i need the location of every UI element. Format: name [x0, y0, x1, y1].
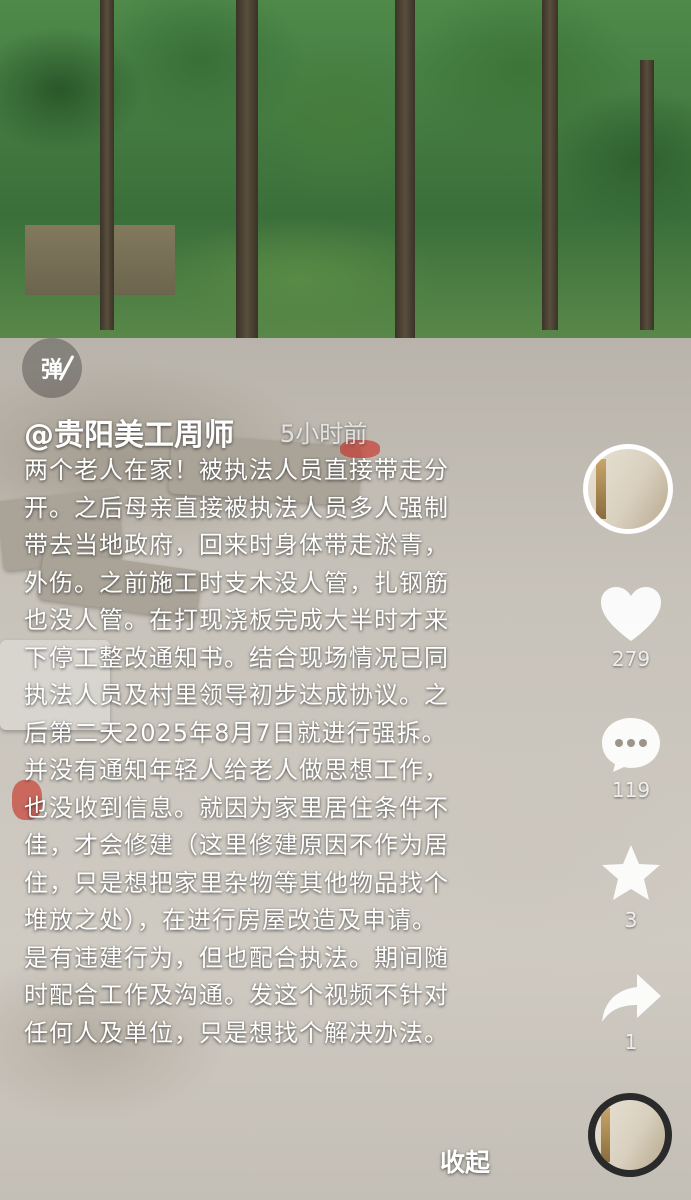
caption-line: 也没收到信息。就因为家里居住条件不: [24, 793, 449, 822]
caption-line: 后第二天2025年8月7日就进行强拆。: [24, 718, 447, 747]
share-button[interactable]: 1: [595, 970, 667, 1054]
caption-line: 外伤。之前施工时支木没人管，扎钢筋: [24, 568, 449, 597]
like-button[interactable]: 279: [595, 585, 667, 671]
comment-button[interactable]: 119: [595, 714, 667, 802]
caption-line: 带去当地政府，回来时身体带走淤青，: [24, 531, 449, 559]
music-disc-button[interactable]: [588, 1093, 672, 1177]
music-cover: [595, 1100, 665, 1170]
tree-trunk: [100, 0, 114, 330]
caption-line: 时配合工作及沟通。发这个视频不针对: [24, 981, 449, 1009]
author-name[interactable]: @贵阳美工周师: [24, 410, 234, 454]
share-arrow-icon: [602, 974, 661, 1022]
like-count: 279: [611, 647, 651, 671]
caption-line: 任何人及单位，只是想找个解决办法。: [24, 1018, 449, 1047]
caption-line: 也没人管。在打现浇板完成大半时才来: [24, 606, 449, 634]
caption-line: 下停工整改通知书。结合现场情况已同: [24, 643, 449, 672]
caption-line: 是有违建行为，但也配合执法。期间随: [24, 943, 449, 972]
video-caption: 两个老人在家！被执法人员直接带走分 开。之后母亲直接被执法人员多人强制 带去当地…: [24, 452, 516, 1052]
star-icon: [602, 845, 660, 900]
heart-icon: [601, 587, 661, 641]
avatar: [588, 449, 668, 529]
tree-trunk: [395, 0, 415, 345]
caption-line: 堆放之处），在进行房屋改造及申请。: [24, 906, 437, 934]
collapse-caption-button[interactable]: 收起: [440, 1143, 490, 1179]
caption-line: 并没有通知年轻人给老人做思想工作，: [24, 756, 449, 784]
tree-trunk: [640, 60, 654, 330]
caption-line: 两个老人在家！被执法人员直接带走分: [24, 456, 449, 484]
tree-trunk: [236, 0, 258, 350]
author-avatar-button[interactable]: [583, 444, 673, 534]
danmaku-toggle-button[interactable]: 弹: [22, 338, 82, 398]
caption-line: 住，只是想把家里杂物等其他物品找个: [24, 868, 449, 897]
share-count: 1: [624, 1030, 638, 1054]
comment-count: 119: [611, 778, 651, 802]
comment-bubble-icon: [602, 718, 660, 772]
favorite-button[interactable]: 3: [595, 842, 667, 932]
caption-line: 开。之后母亲直接被执法人员多人强制: [24, 493, 449, 522]
tree-trunk: [542, 0, 558, 330]
post-time: 5小时前: [280, 420, 368, 448]
favorite-count: 3: [624, 908, 638, 932]
caption-line: 佳，才会修建（这里修建原因不作为居: [24, 831, 449, 859]
caption-line: 执法人员及村里领导初步达成协议。之: [24, 681, 449, 709]
